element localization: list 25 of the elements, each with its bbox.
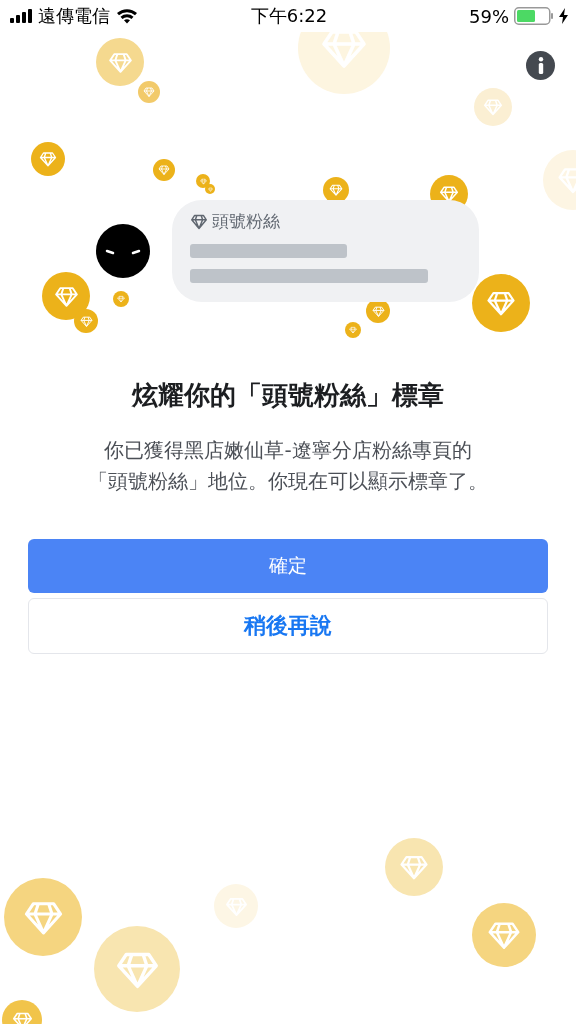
battery-percent: 59% bbox=[469, 5, 509, 27]
diamond-icon bbox=[190, 213, 208, 230]
info-button[interactable] bbox=[526, 51, 555, 80]
dialog-message: 你已獲得黑店嫩仙草-遼寧分店粉絲專頁的 「頭號粉絲」地位。你現在可以顯示標章了。 bbox=[87, 437, 489, 495]
wifi-icon bbox=[116, 8, 138, 24]
confirm-button[interactable]: 確定 bbox=[28, 539, 548, 593]
diamond-icon bbox=[39, 150, 57, 168]
later-button[interactable]: 稍後再說 bbox=[28, 598, 548, 654]
badge-label: 頭號粉絲 bbox=[212, 210, 280, 233]
carrier-name: 遠傳電信 bbox=[38, 4, 110, 28]
avatar-silhouette bbox=[96, 224, 150, 278]
diamond-icon bbox=[117, 295, 125, 303]
info-icon bbox=[537, 57, 544, 74]
battery-icon bbox=[514, 7, 554, 25]
dialog-title: 炫耀你的「頭號粉絲」標章 bbox=[130, 379, 445, 412]
clock-time: 下午6:22 bbox=[250, 4, 328, 28]
diamond-icon bbox=[371, 304, 385, 318]
diamond-icon bbox=[79, 314, 93, 328]
signal-icon bbox=[10, 9, 32, 23]
diamond-icon bbox=[349, 326, 357, 334]
diamond-icon bbox=[329, 183, 343, 197]
diamond-icon bbox=[483, 97, 503, 117]
diamond-icon bbox=[158, 164, 170, 176]
diamond-icon bbox=[143, 86, 155, 98]
charging-bolt-icon bbox=[559, 8, 568, 24]
